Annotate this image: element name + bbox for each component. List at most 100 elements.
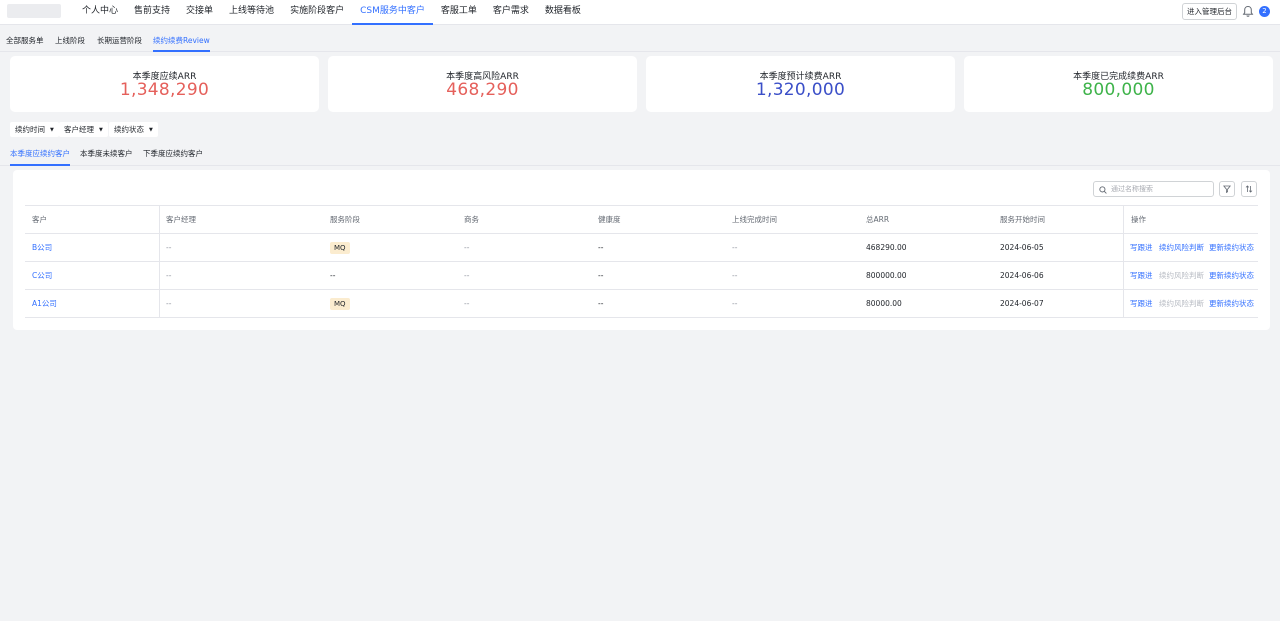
- filter-label: 续约时间: [15, 125, 45, 134]
- cell-arr: 468290.00: [866, 243, 907, 252]
- cell-manager: --: [166, 299, 172, 308]
- stage-tag: MQ: [330, 298, 350, 310]
- subtab[interactable]: 上线阶段: [55, 25, 85, 52]
- cell-health: --: [598, 243, 604, 252]
- search-icon: [1099, 185, 1107, 194]
- stat-card: 本季度已完成续费ARR 800,000: [964, 56, 1273, 112]
- column-divider: [1123, 262, 1124, 290]
- cell-start: 2024-06-05: [1000, 243, 1044, 252]
- subtab[interactable]: 续约续费Review: [153, 25, 210, 52]
- cell-golive: --: [732, 299, 738, 308]
- caret-down-icon: ▼: [99, 127, 103, 133]
- column-header: 服务开始时间: [1000, 215, 1045, 224]
- nav-item[interactable]: CSM服务中客户: [352, 0, 433, 25]
- customer-tab[interactable]: 本季度未续客户: [80, 146, 133, 166]
- column-divider: [1123, 234, 1124, 262]
- column-header: 操作: [1131, 215, 1146, 224]
- update-renewal-status-link[interactable]: 更新续约状态: [1209, 234, 1254, 262]
- column-header: 服务阶段: [330, 215, 360, 224]
- customer-tab[interactable]: 本季度应续约客户: [10, 146, 70, 166]
- nav-item[interactable]: 售前支持: [126, 0, 178, 25]
- stat-value: 1,348,290: [119, 80, 210, 100]
- cell-golive: --: [732, 271, 738, 280]
- stat-card: 本季度应续ARR 1,348,290: [10, 56, 319, 112]
- table-row: A1公司 -- MQ -- -- -- 80000.00 2024-06-07 写跟进 续约风险判…: [25, 290, 1258, 318]
- cell-business: --: [464, 271, 470, 280]
- cell-manager: --: [166, 271, 172, 280]
- stat-value: 800,000: [1082, 80, 1155, 100]
- write-followup-link[interactable]: 写跟进: [1130, 262, 1153, 290]
- column-header: 总ARR: [866, 215, 890, 224]
- filter-dropdown[interactable]: 续约时间 ▼: [10, 122, 59, 137]
- search-placeholder: 通过名称搜索: [1111, 185, 1153, 193]
- filter-label: 续约状态: [114, 125, 144, 134]
- admin-console-button[interactable]: 进入管理后台: [1182, 3, 1237, 20]
- avatar[interactable]: 2: [1259, 6, 1270, 17]
- cell-arr: 80000.00: [866, 299, 902, 308]
- nav-item[interactable]: 个人中心: [74, 0, 126, 25]
- stat-value: 1,320,000: [755, 80, 846, 100]
- filter-dropdown[interactable]: 客户经理 ▼: [59, 122, 108, 137]
- customer-link[interactable]: B公司: [32, 234, 52, 262]
- caret-down-icon: ▼: [149, 127, 153, 133]
- customer-tab[interactable]: 下季度应续约客户: [143, 146, 203, 166]
- cell-business: --: [464, 299, 470, 308]
- subtab[interactable]: 全部服务单: [6, 25, 44, 52]
- bell-icon[interactable]: [1242, 5, 1254, 18]
- caret-down-icon: ▼: [50, 127, 54, 133]
- column-divider: [159, 206, 160, 234]
- nav-item[interactable]: 上线等待池: [221, 0, 282, 25]
- cell-manager: --: [166, 243, 172, 252]
- column-header: 健康度: [598, 215, 621, 224]
- nav-item[interactable]: 客户需求: [485, 0, 537, 25]
- cell-business: --: [464, 243, 470, 252]
- filter-button[interactable]: [1219, 181, 1235, 197]
- main-nav: 个人中心 售前支持 交接单 上线等待池 实施阶段客户 CSM服务中客户 客服工单 客户需求 数据…: [74, 0, 589, 25]
- customer-link[interactable]: A1公司: [32, 290, 57, 318]
- cell-start: 2024-06-06: [1000, 271, 1044, 280]
- filter-label: 客户经理: [64, 125, 94, 134]
- column-divider: [159, 290, 160, 318]
- column-header: 商务: [464, 215, 479, 224]
- search-input[interactable]: 通过名称搜索: [1093, 181, 1214, 197]
- filter-dropdown[interactable]: 续约状态 ▼: [109, 122, 158, 137]
- column-divider: [159, 234, 160, 262]
- nav-item[interactable]: 实施阶段客户: [282, 0, 352, 25]
- column-header: 客户经理: [166, 215, 196, 224]
- cell-start: 2024-06-07: [1000, 299, 1044, 308]
- service-stage: MQ: [330, 234, 350, 262]
- renewal-risk-link: 续约风险判断: [1159, 299, 1204, 308]
- customer-table-panel: 通过名称搜索 客户 客户经理 服务阶段 商务 健康度 上线完成时间 总ARR 服务开始时间 操作…: [13, 170, 1270, 330]
- table-row: C公司 -- -- -- -- -- 800000.00 2024-06-06 写跟进 续约风险判…: [25, 262, 1258, 290]
- column-divider: [159, 262, 160, 290]
- write-followup-link[interactable]: 写跟进: [1130, 290, 1153, 318]
- renewal-risk-link[interactable]: 续约风险判断: [1159, 234, 1204, 262]
- cell-health: --: [598, 299, 604, 308]
- cell-stage: --: [330, 271, 336, 280]
- cell-golive: --: [732, 243, 738, 252]
- nav-item[interactable]: 客服工单: [433, 0, 485, 25]
- customer-link[interactable]: C公司: [32, 262, 52, 290]
- cell-arr: 800000.00: [866, 271, 907, 280]
- column-header: 上线完成时间: [732, 215, 777, 224]
- column-divider: [1123, 206, 1124, 234]
- subtab[interactable]: 长期运营阶段: [97, 25, 142, 52]
- column-header: 客户: [32, 215, 47, 224]
- update-renewal-status-link[interactable]: 更新续约状态: [1209, 290, 1254, 318]
- cell-health: --: [598, 271, 604, 280]
- sort-button[interactable]: [1241, 181, 1257, 197]
- customer-table: 客户 客户经理 服务阶段 商务 健康度 上线完成时间 总ARR 服务开始时间 操作 B公司 -- MQ…: [25, 205, 1258, 318]
- nav-item[interactable]: 数据看板: [537, 0, 589, 25]
- stage-tag: MQ: [330, 242, 350, 254]
- column-divider: [1123, 290, 1124, 318]
- stat-card: 本季度预计续费ARR 1,320,000: [646, 56, 955, 112]
- top-nav-bar: 个人中心 售前支持 交接单 上线等待池 实施阶段客户 CSM服务中客户 客服工单 客户需求 数据…: [0, 0, 1280, 25]
- renewal-risk-link: 续约风险判断: [1159, 271, 1204, 280]
- customer-tabs: 本季度应续约客户 本季度未续客户 下季度应续约客户: [0, 146, 1280, 166]
- stat-card: 本季度高风险ARR 468,290: [328, 56, 637, 112]
- service-stage: MQ: [330, 290, 350, 318]
- table-header: 客户 客户经理 服务阶段 商务 健康度 上线完成时间 总ARR 服务开始时间 操作: [25, 206, 1258, 234]
- nav-item[interactable]: 交接单: [178, 0, 221, 25]
- update-renewal-status-link[interactable]: 更新续约状态: [1209, 262, 1254, 290]
- write-followup-link[interactable]: 写跟进: [1130, 234, 1153, 262]
